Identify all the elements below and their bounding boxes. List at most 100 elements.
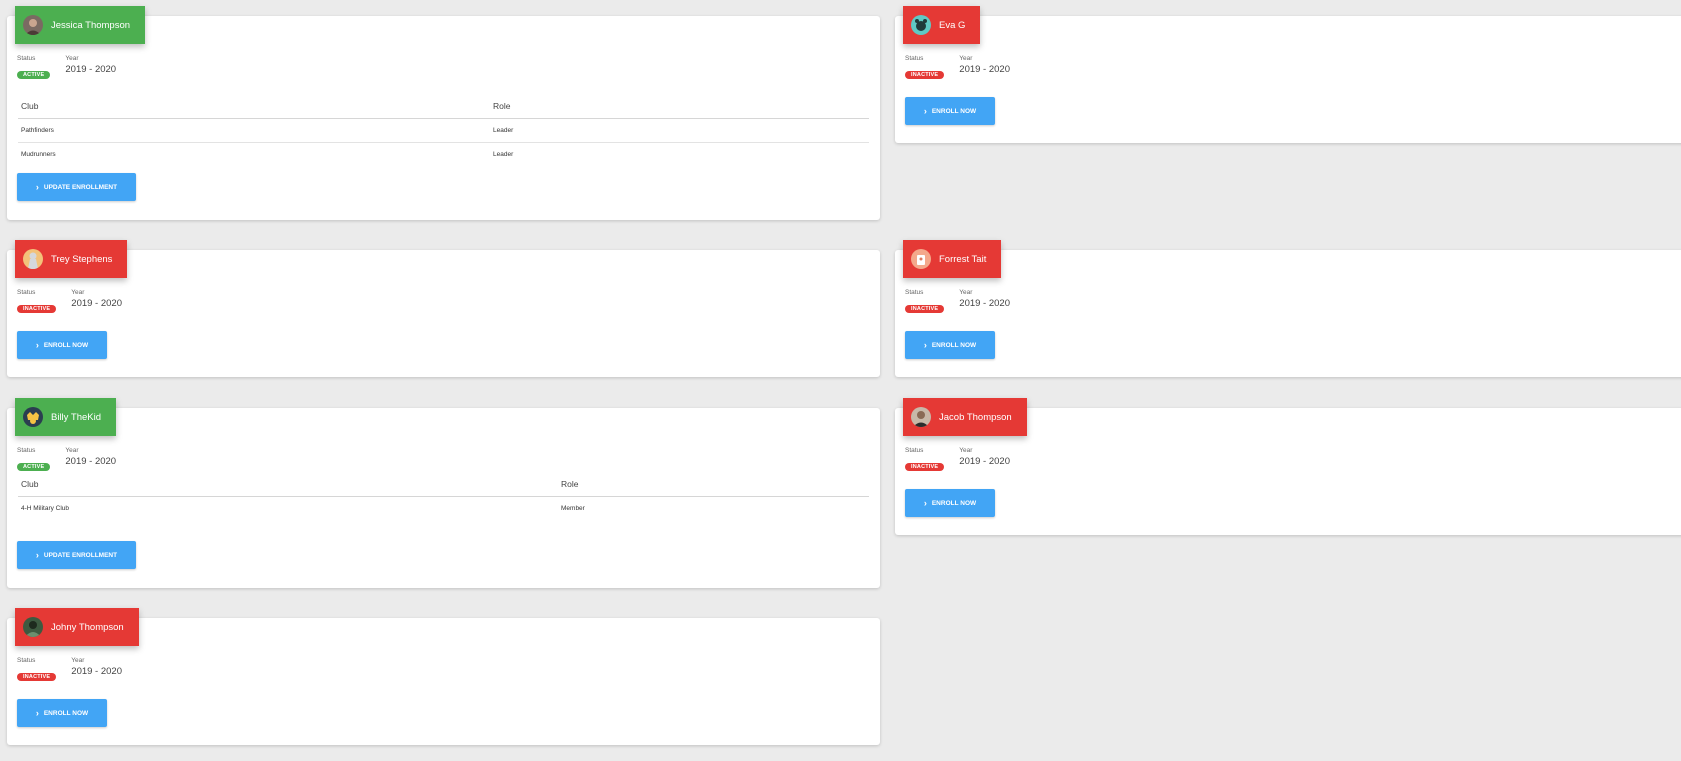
member-card: Johny Thompson Status INACTIVE Year 2019…	[7, 608, 880, 745]
member-meta: Status INACTIVE Year 2019 - 2020	[905, 54, 1025, 81]
status-label: Status	[17, 289, 36, 296]
status-badge: INACTIVE	[17, 305, 57, 313]
year-value: 2019 - 2020	[65, 64, 117, 75]
member-meta: Status INACTIVE Year 2019 - 2020	[17, 288, 137, 315]
chevron-right-icon: ›	[923, 105, 927, 116]
year-label: Year	[71, 657, 85, 664]
status-label: Status	[905, 289, 924, 296]
year-value: 2019 - 2020	[71, 666, 122, 677]
status-label: Status	[905, 447, 924, 454]
chevron-right-icon: ›	[35, 707, 39, 718]
button-label: ENROLL NOW	[931, 341, 977, 349]
avatar	[23, 249, 43, 269]
member-name-tag[interactable]: Billy TheKid	[15, 398, 116, 436]
year-label: Year	[959, 447, 973, 454]
role-column-header: Role	[561, 479, 579, 489]
member-name: Trey Stephens	[51, 253, 113, 265]
role-cell: Leader	[493, 127, 514, 134]
chevron-right-icon: ›	[923, 339, 927, 350]
member-meta: Status INACTIVE Year 2019 - 2020	[905, 446, 1025, 473]
enroll-now-button[interactable]: › ENROLL NOW	[905, 97, 995, 125]
year-label: Year	[71, 289, 85, 296]
member-card: Trey Stephens Status INACTIVE Year 2019 …	[7, 240, 880, 377]
member-card: Forrest Tait Status INACTIVE Year 2019 -…	[895, 240, 1681, 377]
table-row: Pathfinders Leader	[18, 119, 869, 143]
enroll-now-button[interactable]: › ENROLL NOW	[17, 699, 107, 727]
club-column-header: Club	[21, 101, 39, 111]
member-card: Jacob Thompson Status INACTIVE Year 2019…	[895, 398, 1681, 535]
chevron-right-icon: ›	[35, 549, 39, 560]
button-label: ENROLL NOW	[43, 341, 89, 349]
club-table-header: Club Role	[18, 472, 869, 497]
role-column-header: Role	[493, 101, 511, 111]
role-cell: Member	[561, 505, 585, 512]
member-meta: Status ACTIVE Year 2019 - 2020	[17, 54, 131, 81]
year-value: 2019 - 2020	[959, 456, 1010, 467]
table-row: 4-H Military Club Member	[18, 497, 869, 520]
member-name-tag[interactable]: Forrest Tait	[903, 240, 1002, 278]
member-card: Jessica Thompson Status ACTIVE Year 2019…	[7, 6, 880, 220]
member-name: Billy TheKid	[51, 411, 101, 423]
update-enrollment-button[interactable]: › UPDATE ENROLLMENT	[17, 173, 136, 201]
button-label: ENROLL NOW	[43, 709, 89, 717]
year-label: Year	[959, 55, 973, 62]
status-label: Status	[905, 55, 924, 62]
table-row: Mudrunners Leader	[18, 143, 869, 166]
year-value: 2019 - 2020	[71, 298, 122, 309]
club-column-header: Club	[21, 479, 39, 489]
role-cell: Leader	[493, 151, 514, 158]
enroll-now-button[interactable]: › ENROLL NOW	[17, 331, 107, 359]
member-name: Jessica Thompson	[51, 19, 131, 31]
year-label: Year	[65, 447, 79, 454]
status-badge: INACTIVE	[905, 305, 945, 313]
member-name-tag[interactable]: Trey Stephens	[15, 240, 128, 278]
button-label: UPDATE ENROLLMENT	[43, 183, 118, 191]
status-label: Status	[17, 657, 36, 664]
status-label: Status	[17, 55, 36, 62]
enroll-now-button[interactable]: › ENROLL NOW	[905, 331, 995, 359]
member-name-tag[interactable]: Jacob Thompson	[903, 398, 1027, 436]
avatar	[23, 407, 43, 427]
update-enrollment-button[interactable]: › UPDATE ENROLLMENT	[17, 541, 136, 569]
member-name: Johny Thompson	[51, 621, 124, 633]
club-table: Club Role Pathfinders Leader Mudrunners …	[18, 94, 869, 166]
status-badge: ACTIVE	[17, 71, 51, 79]
chevron-right-icon: ›	[35, 181, 39, 192]
year-label: Year	[65, 55, 79, 62]
year-value: 2019 - 2020	[959, 298, 1010, 309]
year-label: Year	[959, 289, 973, 296]
avatar	[23, 617, 43, 637]
club-cell: Pathfinders	[21, 127, 54, 134]
avatar	[23, 15, 43, 35]
member-card: Billy TheKid Status ACTIVE Year 2019 - 2…	[7, 398, 880, 588]
avatar	[911, 407, 931, 427]
member-card: Eva G Status INACTIVE Year 2019 - 2020 ›…	[895, 6, 1681, 143]
club-cell: 4-H Military Club	[21, 505, 70, 512]
avatar	[911, 15, 931, 35]
member-name: Jacob Thompson	[939, 411, 1012, 423]
club-cell: Mudrunners	[21, 151, 56, 158]
member-name: Eva G	[939, 19, 966, 31]
status-badge: INACTIVE	[905, 463, 945, 471]
year-value: 2019 - 2020	[959, 64, 1010, 75]
button-label: ENROLL NOW	[931, 107, 977, 115]
year-value: 2019 - 2020	[65, 456, 117, 467]
button-label: ENROLL NOW	[931, 499, 977, 507]
avatar	[911, 249, 931, 269]
member-meta: Status ACTIVE Year 2019 - 2020	[17, 446, 131, 473]
member-meta: Status INACTIVE Year 2019 - 2020	[17, 656, 137, 683]
chevron-right-icon: ›	[923, 497, 927, 508]
status-badge: INACTIVE	[905, 71, 945, 79]
enroll-now-button[interactable]: › ENROLL NOW	[905, 489, 995, 517]
member-meta: Status INACTIVE Year 2019 - 2020	[905, 288, 1025, 315]
chevron-right-icon: ›	[35, 339, 39, 350]
member-name-tag[interactable]: Eva G	[903, 6, 981, 44]
button-label: UPDATE ENROLLMENT	[43, 551, 118, 559]
status-badge: INACTIVE	[17, 673, 57, 681]
club-table: Club Role 4-H Military Club Member	[18, 472, 869, 520]
member-name-tag[interactable]: Jessica Thompson	[15, 6, 146, 44]
club-table-header: Club Role	[18, 94, 869, 119]
member-name: Forrest Tait	[939, 253, 987, 265]
status-label: Status	[17, 447, 36, 454]
member-name-tag[interactable]: Johny Thompson	[15, 608, 139, 646]
